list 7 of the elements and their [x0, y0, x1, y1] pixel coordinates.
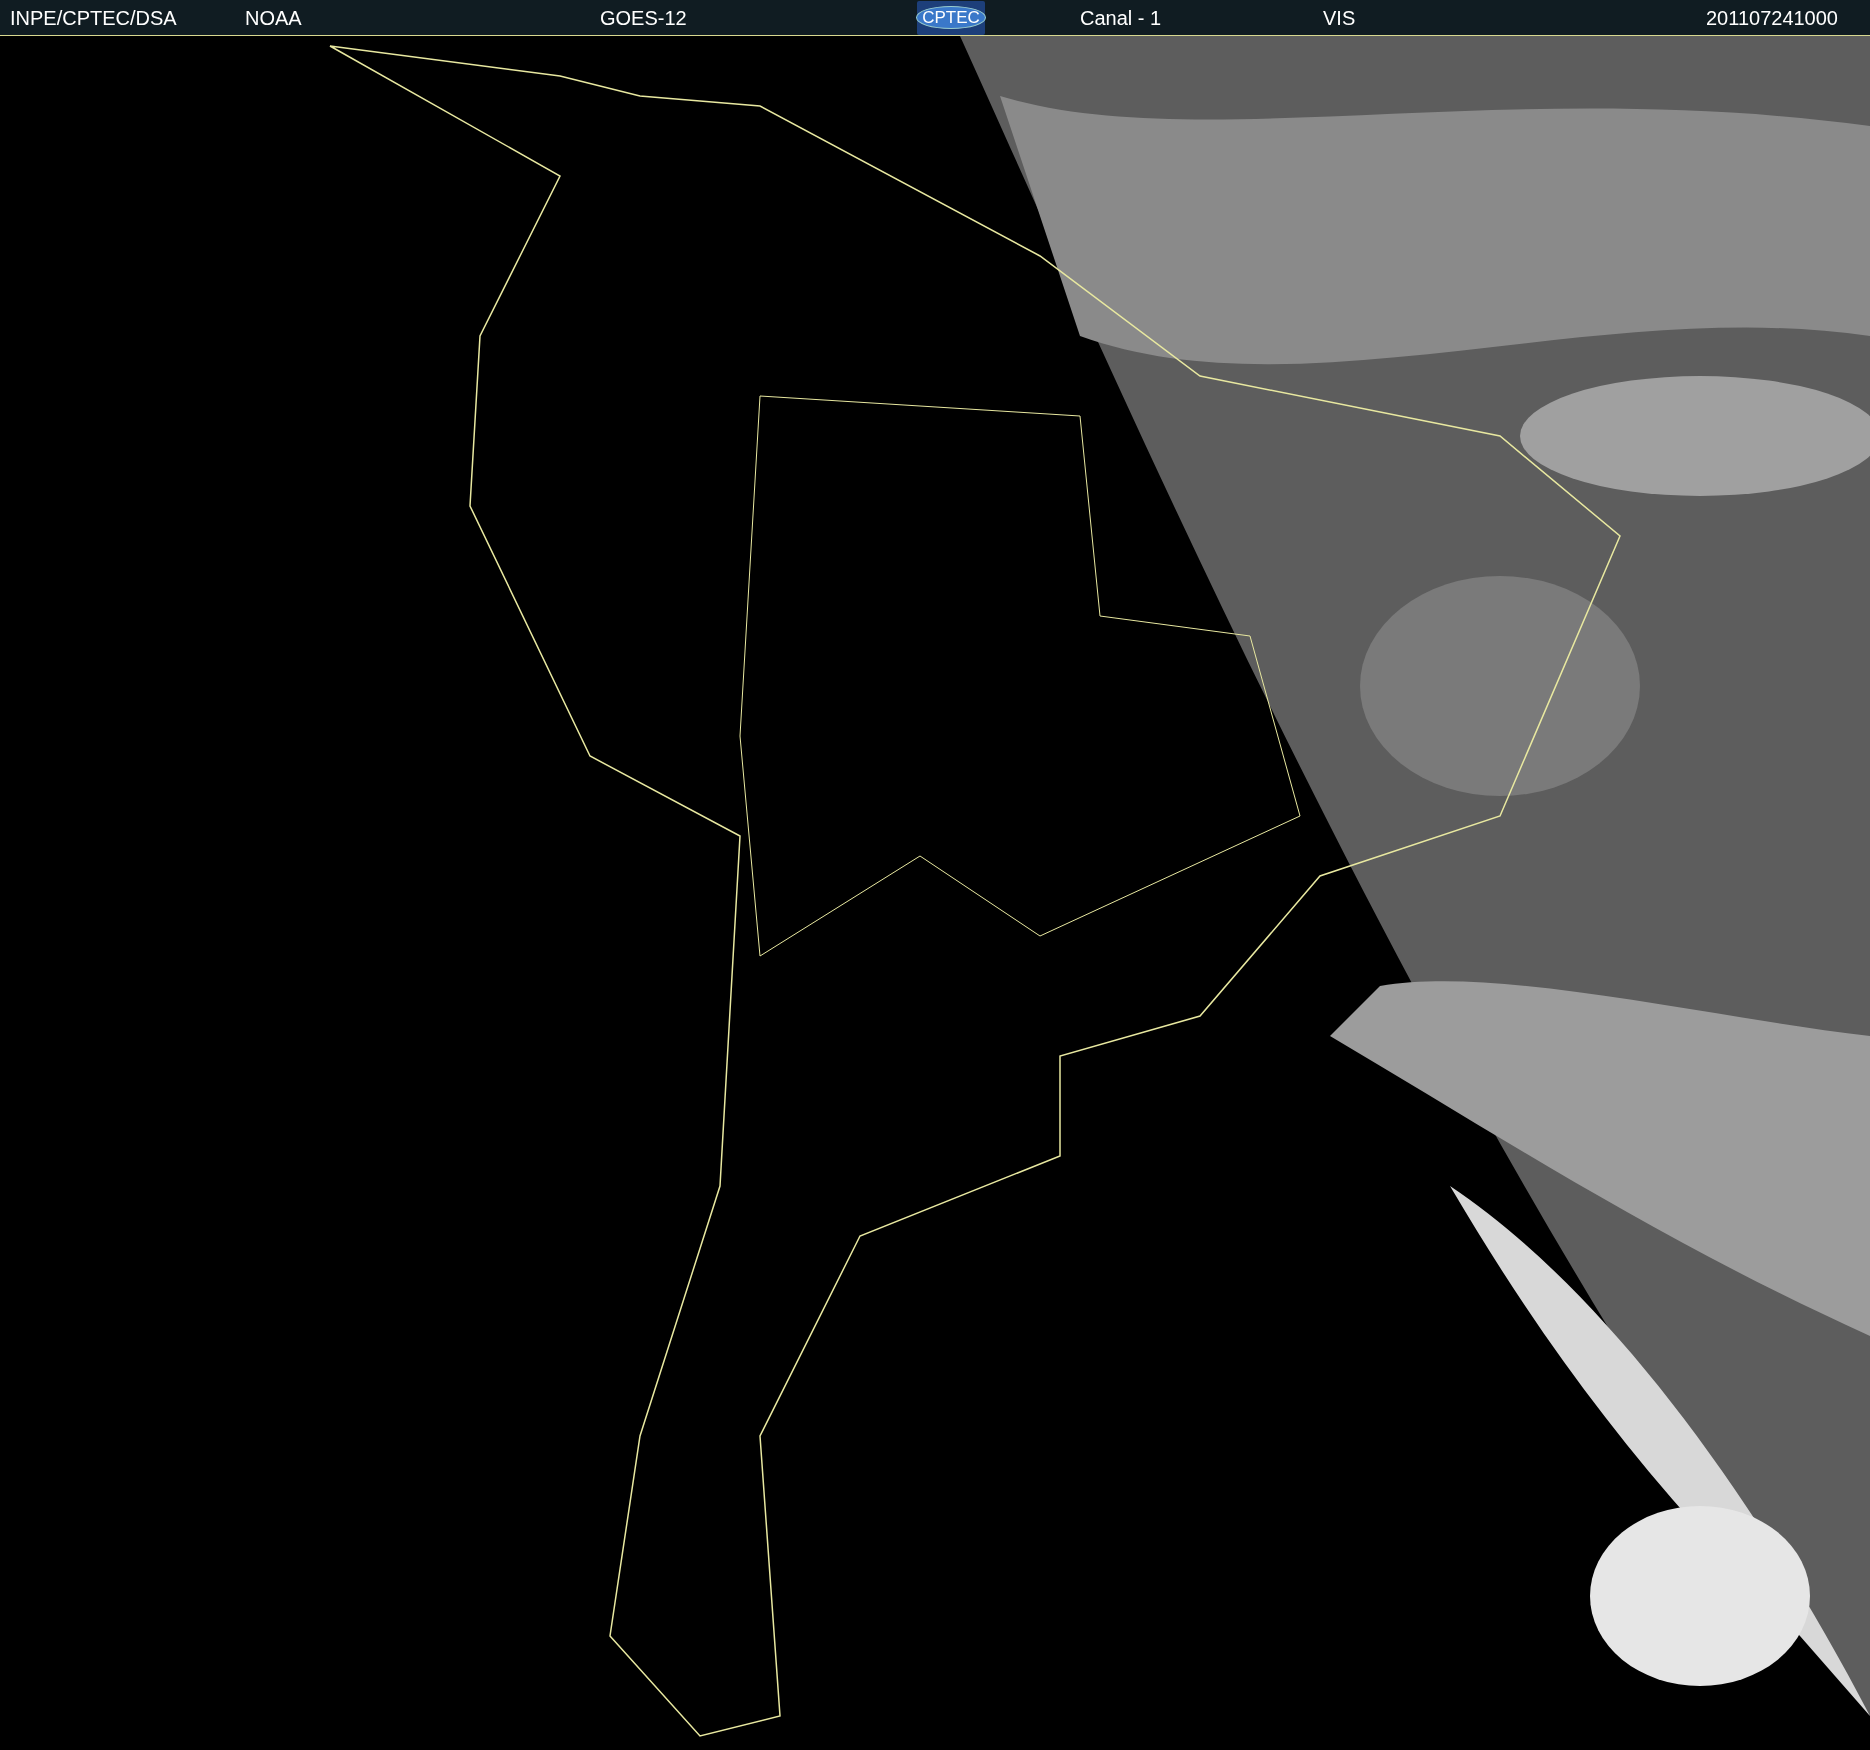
header-label: INPE/CPTEC/DSA	[10, 6, 177, 29]
header-label: 201107241000	[1706, 6, 1838, 29]
header-label: VIS	[1323, 6, 1356, 29]
header-label: GOES-12	[600, 6, 687, 29]
header-label: Canal - 1	[1080, 6, 1162, 29]
logo: CPTEC	[917, 0, 985, 35]
header-label: NOAA	[245, 6, 302, 29]
